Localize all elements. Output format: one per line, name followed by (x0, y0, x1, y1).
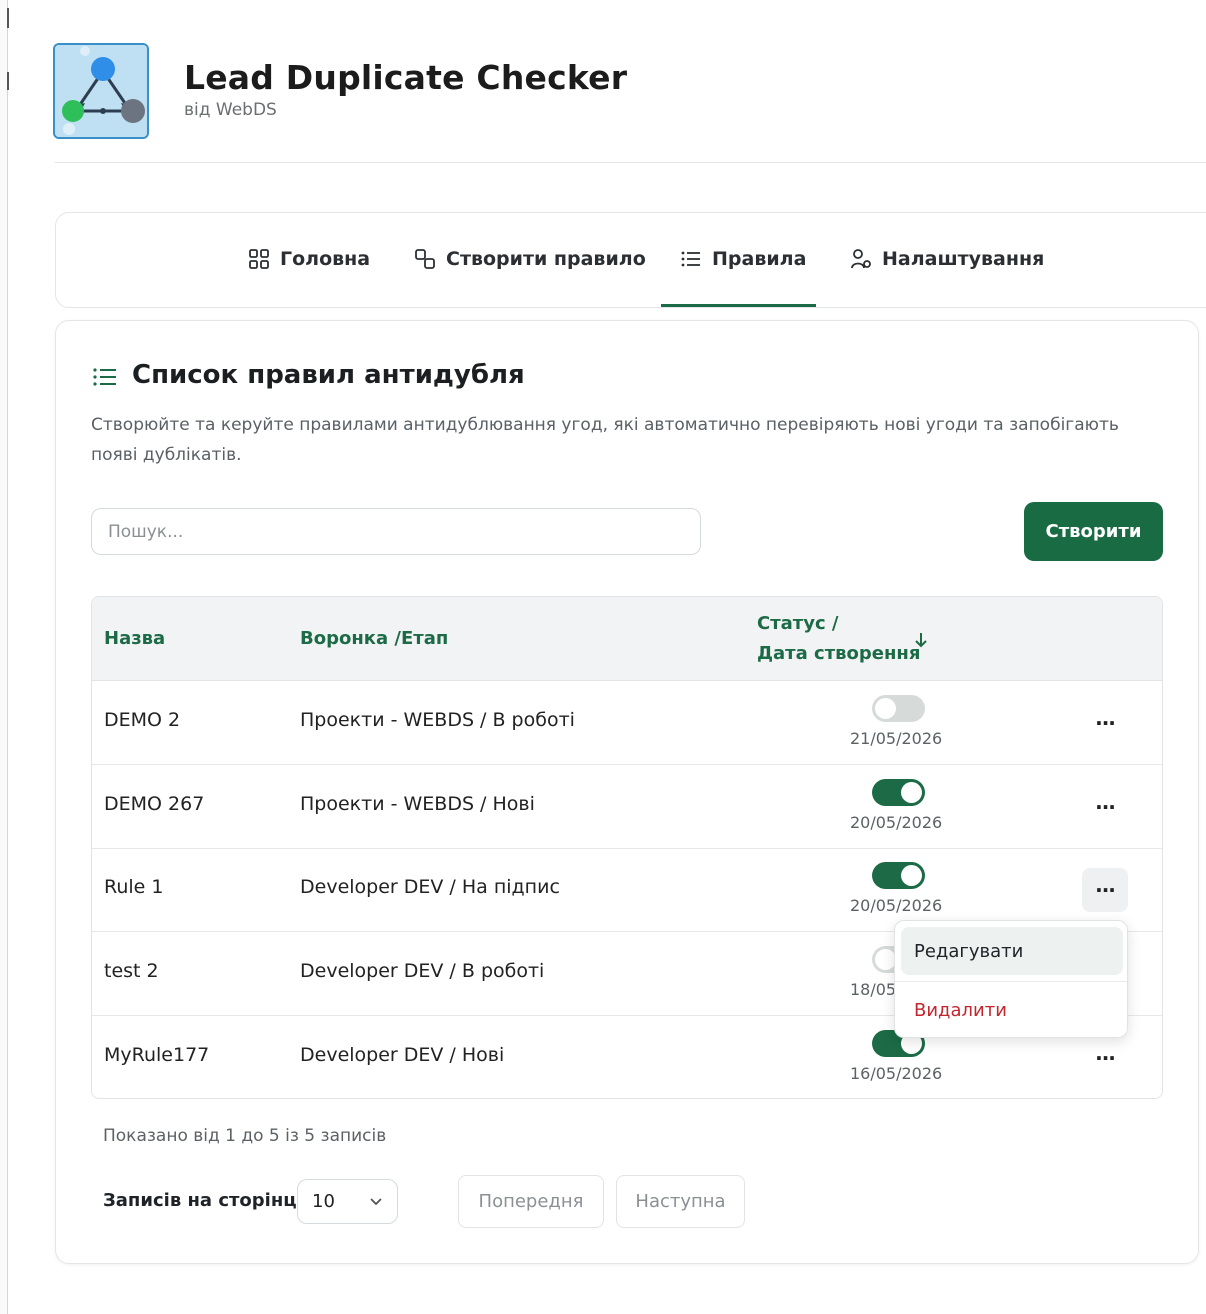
previous-page-button[interactable]: Попередня (458, 1175, 604, 1228)
rule-funnel: Проекти - WEBDS / Нові (300, 793, 535, 815)
user-settings-icon (851, 249, 871, 269)
rule-name: DEMO 267 (104, 793, 205, 815)
active-tab-indicator (661, 304, 816, 307)
per-page-select[interactable]: 10 (297, 1179, 398, 1224)
sort-arrow-down-icon[interactable] (913, 631, 929, 649)
menu-divider (895, 981, 1127, 982)
column-name-header[interactable]: Назва (104, 628, 165, 649)
created-date: 20/05/2026 (850, 896, 943, 915)
tab-settings[interactable]: Налаштування (850, 244, 1044, 274)
next-page-button[interactable]: Наступна (616, 1175, 745, 1228)
window-left-edge (0, 0, 8, 1314)
search-input[interactable] (91, 508, 701, 555)
list-icon (681, 251, 700, 267)
create-button[interactable]: Створити (1024, 502, 1163, 561)
page-title: Список правил антидубля (132, 360, 525, 390)
created-date: 21/05/2026 (850, 729, 943, 748)
created-date: 20/05/2026 (850, 813, 943, 832)
row-menu-button[interactable]: ··· (1082, 1036, 1128, 1080)
header-divider (55, 162, 1206, 163)
tab-rules-label: Правила (712, 248, 807, 270)
per-page-label: Записів на сторінці (103, 1190, 303, 1211)
page-description: Створюйте та керуйте правилами антидублю… (91, 415, 1119, 465)
tab-rules[interactable]: Правила (680, 244, 806, 274)
tab-home[interactable]: Головна (248, 244, 370, 274)
tab-settings-label: Налаштування (882, 248, 1045, 270)
tab-create-rule-label: Створити правило (446, 248, 646, 270)
tab-create-rule[interactable]: Створити правило (414, 244, 646, 274)
rule-funnel: Developer DEV / В роботі (300, 960, 545, 982)
rule-funnel: Developer DEV / Нові (300, 1044, 505, 1066)
table-row: DEMO 2 Проекти - WEBDS / В роботі 21/05/… (92, 681, 1162, 765)
status-toggle[interactable] (872, 779, 925, 806)
created-date: 16/05/2026 (850, 1064, 943, 1083)
delete-menu-item[interactable]: Видалити (901, 987, 1123, 1033)
created-date: 18/05 (850, 980, 897, 999)
row-menu-button[interactable]: ··· (1082, 701, 1128, 745)
rule-name: DEMO 2 (104, 709, 181, 731)
row-menu-button[interactable]: ··· (1082, 868, 1128, 912)
network-logo-icon (55, 45, 147, 137)
edit-menu-item[interactable]: Редагувати (901, 927, 1123, 975)
rule-funnel: Developer DEV / На підпис (300, 876, 560, 898)
status-toggle[interactable] (872, 695, 925, 722)
row-menu-button[interactable]: ··· (1082, 785, 1128, 829)
app-title: Lead Duplicate Checker (184, 58, 628, 97)
toggle-knob (875, 949, 896, 970)
status-toggle[interactable] (872, 862, 925, 889)
chevron-down-icon (370, 1197, 382, 1205)
table-row: DEMO 267 Проекти - WEBDS / Нові 20/05/20… (92, 765, 1162, 849)
tab-home-label: Головна (280, 248, 371, 270)
table-header: Назва Воронка /Етап Статус / Дата створе… (92, 597, 1162, 681)
per-page-value: 10 (312, 1191, 335, 1212)
column-date-header[interactable]: Дата створення (757, 643, 920, 664)
link-icon (415, 249, 435, 269)
grid-icon (249, 249, 269, 269)
window-edge-mark (7, 8, 9, 28)
list-icon (93, 368, 116, 386)
rule-name: Rule 1 (104, 876, 164, 898)
rule-name: test 2 (104, 960, 159, 982)
app-logo (53, 43, 149, 139)
rule-name: MyRule177 (104, 1044, 210, 1066)
column-status-header[interactable]: Статус / (757, 613, 838, 634)
toggle-knob (901, 782, 922, 803)
app-author: від WebDS (184, 100, 277, 120)
rule-funnel: Проекти - WEBDS / В роботі (300, 709, 575, 731)
records-info: Показано від 1 до 5 із 5 записів (103, 1126, 387, 1146)
window-edge-mark (7, 72, 9, 90)
toggle-knob (901, 865, 922, 886)
row-context-menu: Редагувати Видалити (894, 920, 1128, 1038)
toggle-knob (875, 698, 896, 719)
column-funnel-header[interactable]: Воронка /Етап (300, 628, 448, 649)
